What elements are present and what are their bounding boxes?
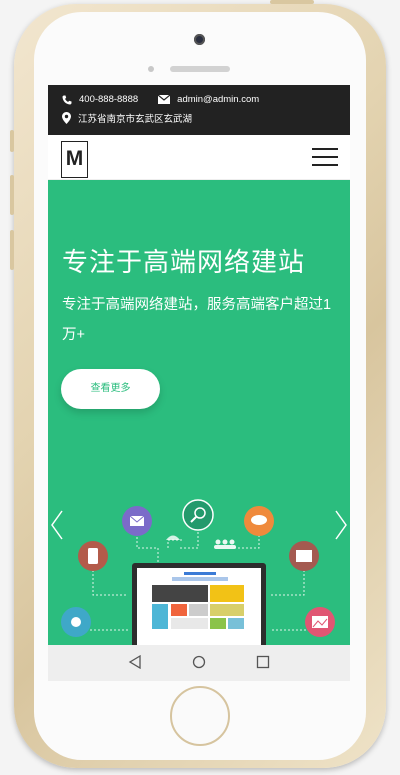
hero-title: 专注于高端网络建站 — [62, 247, 306, 277]
phone-icon — [62, 95, 72, 105]
phone-number[interactable]: 400-888-8888 — [79, 94, 138, 105]
hero-banner: 专注于高端网络建站 专注于高端网络建站，服务高端客户超过1万+ 查看更多 — [48, 180, 350, 645]
web-design-illustration — [61, 499, 335, 645]
android-navigation-bar — [48, 645, 350, 681]
site-logo[interactable]: M — [61, 141, 88, 178]
front-camera — [194, 34, 205, 45]
back-triangle-icon[interactable] — [128, 655, 142, 669]
hero-subtitle: 专注于高端网络建站，服务高端客户超过1万+ — [62, 297, 332, 343]
volume-down-button — [10, 230, 14, 270]
address-text: 江苏省南京市玄武区玄武湖 — [78, 114, 193, 125]
power-button — [270, 0, 314, 4]
mail-icon — [158, 95, 171, 104]
contact-topbar: 400-888-8888 admin@admin.com 江苏省南京市玄武区玄武… — [48, 85, 350, 135]
phone-screen: 400-888-8888 admin@admin.com 江苏省南京市玄武区玄武… — [48, 85, 350, 681]
volume-up-button — [10, 175, 14, 215]
site-navbar: M — [48, 135, 350, 180]
earpiece-speaker — [170, 66, 230, 72]
location-pin-icon — [62, 112, 71, 124]
email-address[interactable]: admin@admin.com — [177, 94, 259, 105]
home-button[interactable] — [170, 686, 230, 746]
proximity-sensor — [148, 66, 154, 72]
home-circle-icon[interactable] — [192, 655, 206, 669]
view-more-button[interactable]: 查看更多 — [61, 369, 160, 409]
mute-switch — [10, 130, 14, 152]
recents-square-icon[interactable] — [256, 655, 270, 669]
hamburger-menu-icon[interactable] — [312, 148, 338, 168]
